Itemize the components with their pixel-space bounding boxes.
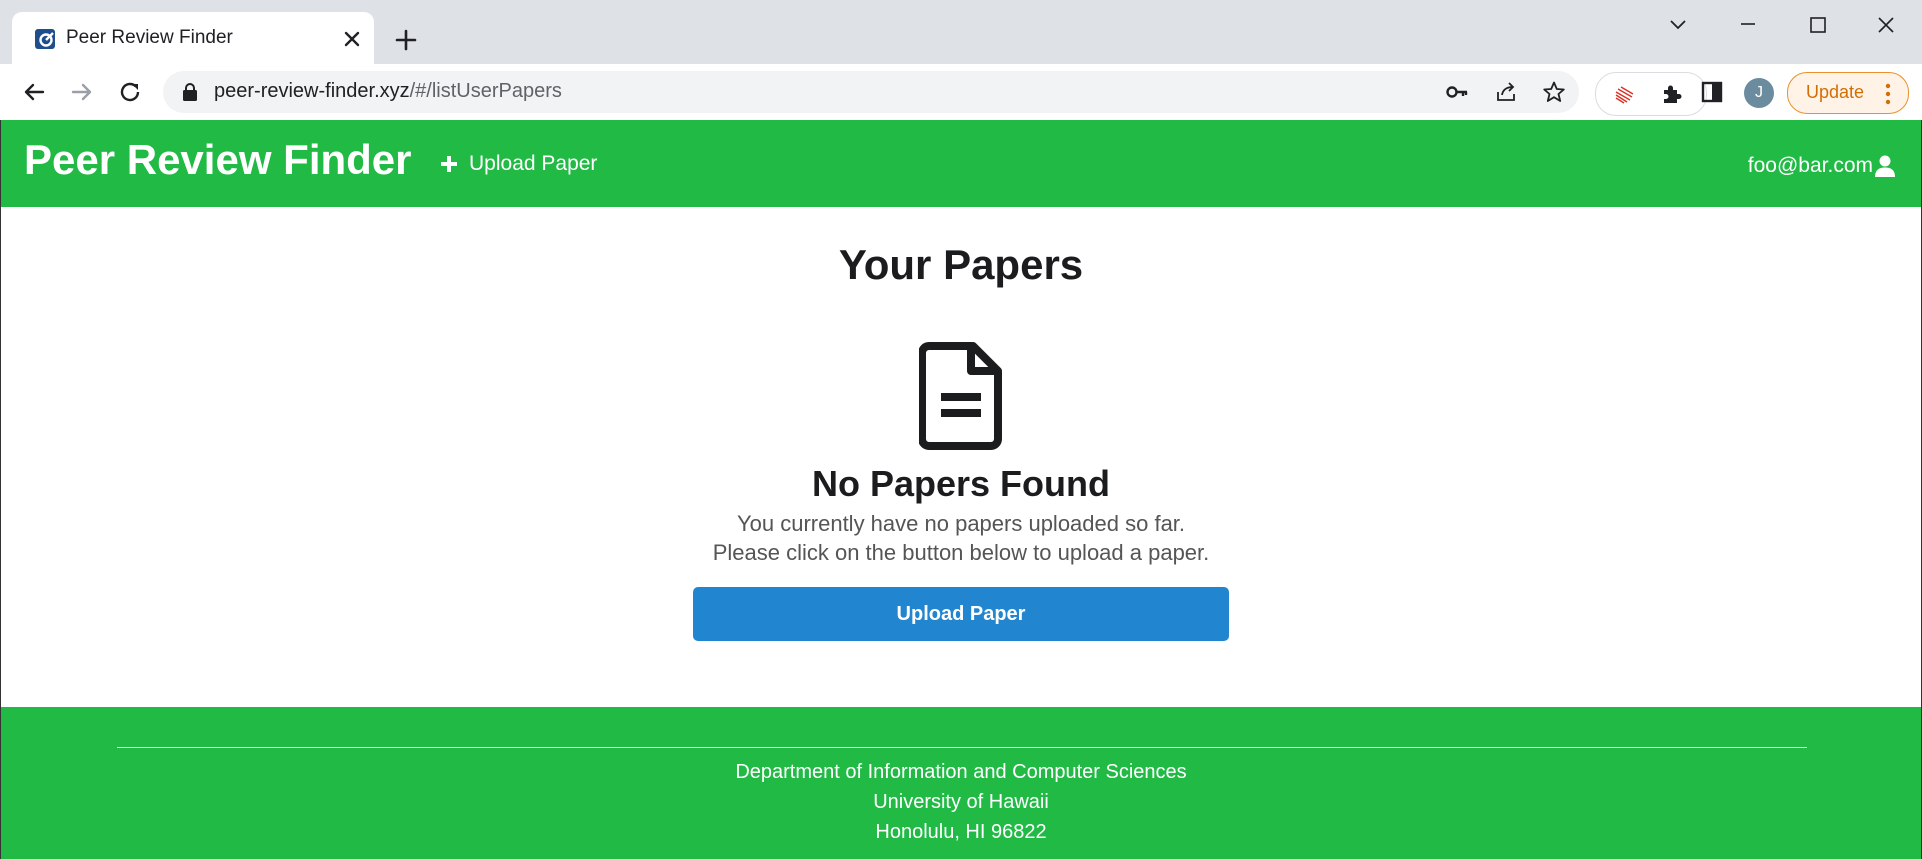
new-tab-icon[interactable] [390, 24, 422, 56]
user-menu[interactable]: foo@bar.com [1748, 152, 1895, 180]
web-page: Peer Review Finder Upload Paper foo@bar.… [0, 120, 1922, 859]
footer-department: Department of Information and Computer S… [735, 761, 1187, 783]
kebab-icon [1885, 83, 1891, 105]
update-label: Update [1806, 82, 1865, 102]
window-close-icon[interactable] [1864, 10, 1908, 40]
footer-university: University of Hawaii [873, 791, 1049, 813]
file-text-icon [919, 342, 1002, 450]
browser-tab[interactable]: Peer Review Finder [12, 12, 374, 64]
forward-icon[interactable] [66, 76, 98, 108]
plus-icon [441, 156, 457, 172]
extension-icon[interactable] [1613, 83, 1635, 105]
close-icon[interactable] [338, 25, 366, 53]
app-navbar: Peer Review Finder Upload Paper foo@bar.… [1, 120, 1921, 207]
brand-title[interactable]: Peer Review Finder [24, 136, 412, 184]
url-text[interactable]: peer-review-finder.xyz/#/listUserPapers [214, 80, 562, 103]
url-path: /#/listUserPapers [409, 80, 562, 102]
browser-toolbar: peer-review-finder.xyz/#/listUserPapers … [0, 64, 1922, 120]
back-icon[interactable] [18, 76, 50, 108]
footer-city: Honolulu, HI 96822 [875, 821, 1047, 843]
maximize-icon[interactable] [1796, 10, 1840, 40]
app-favicon-icon [35, 29, 55, 49]
browser-tab-strip: Peer Review Finder [0, 0, 1922, 64]
tab-search-icon[interactable] [1656, 10, 1700, 40]
update-button[interactable]: Update [1787, 72, 1909, 114]
nav-upload-label: Upload Paper [469, 152, 598, 175]
profile-avatar[interactable]: J [1744, 78, 1774, 108]
upload-paper-button[interactable]: Upload Paper [693, 587, 1229, 641]
side-panel-icon[interactable] [1696, 76, 1728, 108]
main-content: Your Papers No Papers Found You currentl… [1, 207, 1921, 707]
tab-title: Peer Review Finder [66, 27, 233, 48]
empty-state-title: No Papers Found [811, 463, 1111, 504]
address-bar[interactable]: peer-review-finder.xyz/#/listUserPapers [163, 71, 1579, 113]
empty-state-line-2: Please click on the button below to uplo… [712, 540, 1210, 565]
empty-state-message: You currently have no papers uploaded so… [1, 509, 1921, 567]
footer-address: Department of Information and Computer S… [1, 757, 1921, 847]
footer: Department of Information and Computer S… [1, 707, 1921, 859]
share-icon[interactable] [1494, 80, 1518, 104]
user-email: foo@bar.com [1747, 154, 1873, 177]
minimize-icon[interactable] [1726, 10, 1770, 40]
extensions-group [1595, 72, 1707, 116]
user-icon [1875, 155, 1895, 177]
reload-icon[interactable] [114, 76, 146, 108]
empty-state-line-1: You currently have no papers uploaded so… [736, 511, 1186, 536]
footer-divider [117, 747, 1807, 748]
lock-icon[interactable] [181, 82, 199, 102]
key-icon[interactable] [1445, 80, 1469, 104]
page-title: Your Papers [838, 241, 1084, 288]
star-icon[interactable] [1542, 80, 1566, 104]
puzzle-icon[interactable] [1660, 82, 1684, 106]
url-host: peer-review-finder.xyz [214, 80, 410, 102]
